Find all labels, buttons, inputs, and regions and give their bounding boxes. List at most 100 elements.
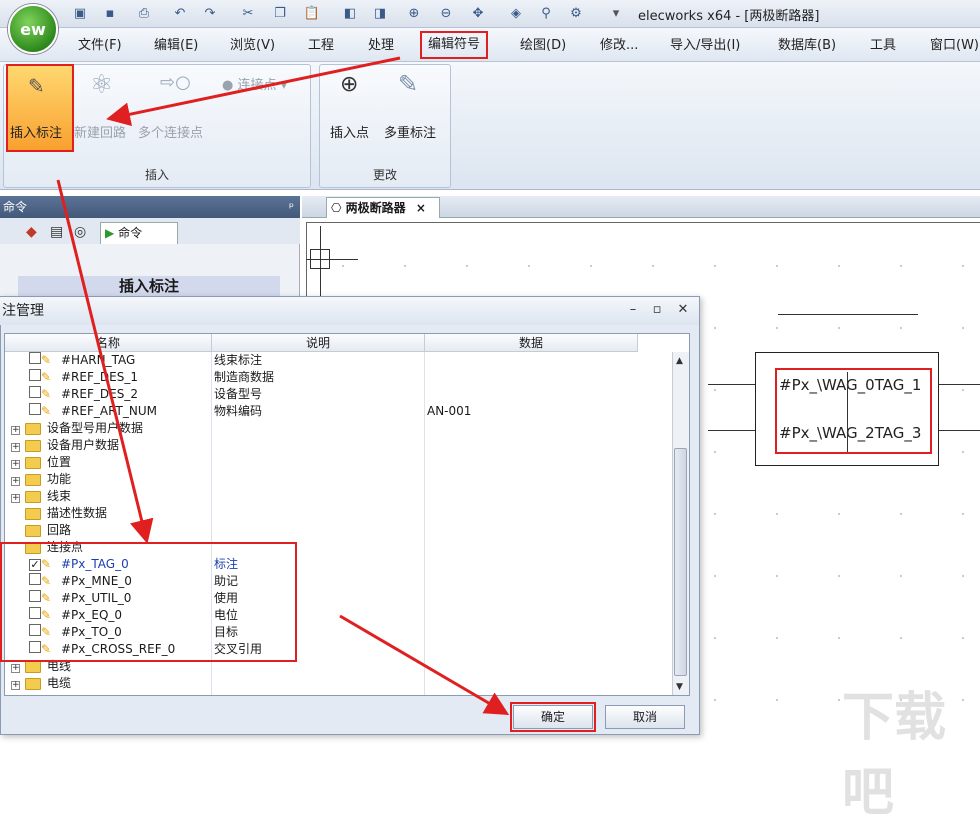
folder-label: 回路: [47, 523, 72, 537]
folder-icon: [25, 677, 41, 690]
folder-label: 设备型号用户数据: [47, 421, 144, 435]
ok-button-highlight: [510, 702, 596, 732]
menu-import-export[interactable]: 导入/导出(I): [670, 36, 740, 56]
settings-icon[interactable]: ⚙: [566, 3, 586, 23]
tree-folder-row[interactable]: 描述性数据: [5, 505, 672, 522]
components-tab-icon[interactable]: ◆: [26, 224, 37, 240]
print-icon[interactable]: ⎙: [134, 3, 154, 23]
expand-icon[interactable]: +: [11, 477, 20, 486]
checkbox[interactable]: [29, 369, 41, 381]
multi-tag-button[interactable]: 多重标注: [384, 122, 436, 141]
pan-icon[interactable]: ✥: [468, 3, 488, 23]
insert-point-button[interactable]: 插入点: [330, 122, 369, 141]
tree-folder-row[interactable]: + 位置: [5, 454, 672, 471]
watermark: 下载吧: [842, 688, 947, 823]
undo-icon[interactable]: ↶: [170, 3, 190, 23]
folder-icon: [25, 507, 41, 520]
checkbox[interactable]: [29, 386, 41, 398]
right-wire-2: [939, 430, 980, 431]
expand-icon[interactable]: +: [11, 664, 20, 673]
expand-icon[interactable]: +: [11, 494, 20, 503]
expand-icon[interactable]: +: [11, 460, 20, 469]
menu-file[interactable]: 文件(F): [78, 36, 122, 56]
document-tab-icon[interactable]: ▤: [50, 224, 63, 240]
binoculars-icon[interactable]: ⚲: [536, 3, 556, 23]
checkbox[interactable]: [29, 403, 41, 415]
crosshair-v-line: [320, 226, 321, 296]
zoom-icon[interactable]: ⊕: [404, 3, 424, 23]
page-prev-icon[interactable]: ◧: [340, 3, 360, 23]
column-data[interactable]: 数据: [425, 334, 638, 352]
new-file-icon[interactable]: ▣: [70, 3, 90, 23]
menu-edit-symbol[interactable]: 编辑符号: [420, 31, 489, 59]
scroll-thumb[interactable]: [674, 448, 687, 676]
page-next-icon[interactable]: ◨: [370, 3, 390, 23]
column-description[interactable]: 说明: [212, 334, 425, 352]
paste-icon[interactable]: 📋: [302, 3, 322, 23]
menu-edit[interactable]: 编辑(E): [154, 36, 198, 56]
pin-icon[interactable]: ᵖ: [289, 196, 294, 218]
minimize-icon[interactable]: –: [624, 302, 642, 318]
new-circuit-label[interactable]: 新建回路: [74, 122, 126, 141]
symbol-top-line: [778, 314, 918, 315]
close-icon[interactable]: ✕: [674, 302, 692, 318]
tree-folder-row[interactable]: + 电缆: [5, 675, 672, 692]
cut-icon[interactable]: ✂: [238, 3, 258, 23]
multi-conn-icon: ⇨○: [160, 72, 191, 93]
menu-modify[interactable]: 修改...: [600, 36, 638, 56]
document-tab[interactable]: ⎔ 两极断路器 ×: [326, 197, 440, 218]
menu-process[interactable]: 处理: [368, 36, 394, 56]
menu-project[interactable]: 工程: [308, 36, 334, 56]
tree-folder-row[interactable]: + 功能: [5, 471, 672, 488]
tag-icon: ✎: [41, 353, 52, 367]
menu-draw[interactable]: 绘图(D): [520, 36, 566, 56]
tree-folder-row[interactable]: + 设备型号用户数据: [5, 420, 672, 437]
insert-point-icon: ⊕: [340, 72, 359, 97]
folder-icon: [25, 524, 41, 537]
menu-view[interactable]: 浏览(V): [230, 36, 275, 56]
tree-folder-row[interactable]: + 线束: [5, 488, 672, 505]
redo-icon[interactable]: ↷: [200, 3, 220, 23]
menu-database[interactable]: 数据库(B): [778, 36, 836, 56]
expand-icon[interactable]: +: [11, 681, 20, 690]
tree-folder-row[interactable]: 回路: [5, 522, 672, 539]
symbol-tab-icon[interactable]: ◎: [74, 224, 86, 240]
tag-row[interactable]: ✎ #REF_DES_2 设备型号: [5, 386, 672, 403]
menu-window[interactable]: 窗口(W): [930, 36, 979, 56]
tab-command[interactable]: ▶ 命令: [100, 222, 178, 244]
multi-conn-label[interactable]: 多个连接点: [138, 122, 203, 141]
column-name[interactable]: 名称: [5, 334, 212, 352]
command-panel-header: 命令 ᵖ: [0, 196, 300, 218]
save-icon[interactable]: ▪: [100, 3, 120, 23]
scroll-down-icon[interactable]: ▼: [676, 682, 683, 692]
expand-icon[interactable]: +: [11, 426, 20, 435]
tag-description: 设备型号: [214, 387, 263, 401]
folder-label: 设备用户数据: [47, 438, 120, 452]
copy-icon[interactable]: ❐: [270, 3, 290, 23]
insert-tag-label: 插入标注: [10, 126, 63, 141]
right-wire-1: [939, 384, 980, 385]
app-logo-button[interactable]: ew: [8, 4, 58, 54]
conn-point-button[interactable]: ● 连接点 ▾: [222, 74, 287, 93]
folder-label: 电缆: [47, 676, 72, 690]
cancel-button[interactable]: 取消: [605, 705, 685, 729]
scroll-up-icon[interactable]: ▲: [676, 356, 683, 366]
menu-tools[interactable]: 工具: [870, 36, 896, 56]
checkbox[interactable]: [29, 352, 41, 364]
navigate-icon[interactable]: ◈: [506, 3, 526, 23]
zoom-out-icon[interactable]: ⊖: [436, 3, 456, 23]
tag-row[interactable]: ✎ #REF_ART_NUM 物料编码 AN-001: [5, 403, 672, 420]
tag-name: #REF_DES_1: [61, 370, 138, 384]
dialog-title: 注管理: [0, 297, 699, 325]
tag-row[interactable]: ✎ #REF_DES_1 制造商数据: [5, 369, 672, 386]
new-circuit-icon: ⚛: [90, 70, 114, 100]
tab-command-label: 命令: [118, 226, 143, 240]
close-tab-icon[interactable]: ×: [416, 201, 426, 215]
tag-description: 物料编码: [214, 404, 263, 418]
qa-dropdown-icon[interactable]: ▾: [606, 3, 626, 23]
expand-icon[interactable]: +: [11, 443, 20, 452]
maximize-icon[interactable]: ▫: [648, 302, 666, 318]
tag-row[interactable]: ✎ #HARN_TAG 线束标注: [5, 352, 672, 369]
tree-folder-row[interactable]: + 设备用户数据: [5, 437, 672, 454]
folder-icon: [25, 422, 41, 435]
